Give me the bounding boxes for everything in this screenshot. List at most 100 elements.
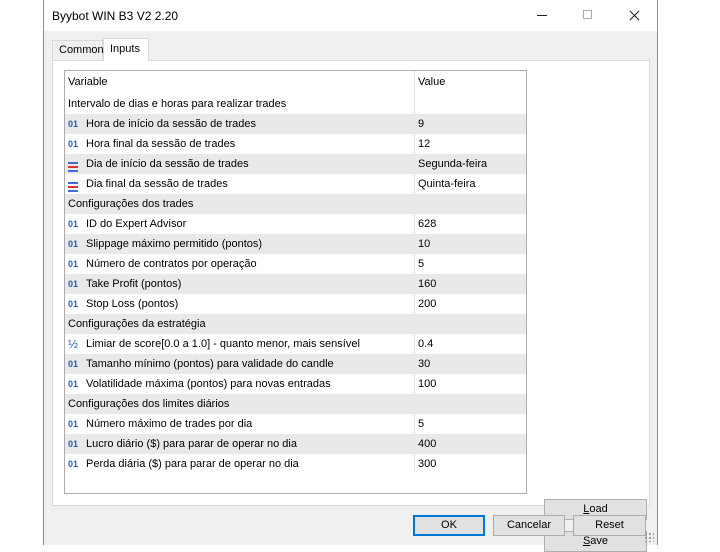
ok-button[interactable]: OK <box>413 515 485 536</box>
variable-label: Volatilidade máxima (pontos) para novas … <box>86 378 331 390</box>
group-row[interactable]: Configurações dos limites diários <box>65 394 526 414</box>
inputs-panel: Variable Value Intervalo de dias e horas… <box>52 60 650 552</box>
value-cell[interactable]: 0.4 <box>418 334 523 354</box>
variable-label: ID do Expert Advisor <box>86 218 187 230</box>
table-row[interactable]: 01 Take Profit (pontos) 160 <box>65 274 526 294</box>
variable-cell: 01 Tamanho mínimo (pontos) para validade … <box>68 354 413 374</box>
variable-label: Lucro diário ($) para parar de operar no… <box>86 438 297 450</box>
tab-inputs[interactable]: Inputs <box>103 38 149 61</box>
int-icon: 01 <box>68 419 79 429</box>
inputs-table: Variable Value Intervalo de dias e horas… <box>64 70 527 494</box>
variable-cell: 01 Número máximo de trades por dia <box>68 414 413 434</box>
resize-grip[interactable] <box>644 532 654 542</box>
table-row[interactable]: 01 Stop Loss (pontos) 200 <box>65 294 526 314</box>
value-cell[interactable]: 628 <box>418 214 523 234</box>
group-row[interactable]: Configurações da estratégia <box>65 314 526 334</box>
variable-cell: 01 Volatilidade máxima (pontos) para nova… <box>68 374 413 394</box>
variable-cell: Configurações dos trades <box>68 194 413 214</box>
value-cell[interactable]: 300 <box>418 454 523 474</box>
table-row[interactable]: 01 Perda diária ($) para parar de operar … <box>65 454 526 474</box>
column-header-value[interactable]: Value <box>418 71 523 91</box>
int-icon: 01 <box>68 359 79 369</box>
value-cell[interactable]: 200 <box>418 294 523 314</box>
value-cell[interactable]: 400 <box>418 434 523 454</box>
variable-cell: 01 Slippage máximo permitido (pontos) <box>68 234 413 254</box>
variable-label: Configurações dos trades <box>68 198 194 210</box>
int-icon: 01 <box>68 219 79 229</box>
enum-icon <box>68 154 82 174</box>
variable-cell: 01 Take Profit (pontos) <box>68 274 413 294</box>
table-row[interactable]: 01 Lucro diário ($) para parar de operar … <box>65 434 526 454</box>
group-row[interactable]: Intervalo de dias e horas para realizar … <box>65 94 526 114</box>
table-row[interactable]: 01 Slippage máximo permitido (pontos) 10 <box>65 234 526 254</box>
table-header: Variable Value <box>65 71 526 94</box>
int-icon: 01 <box>68 459 79 469</box>
variable-cell: 01 Número de contratos por operação <box>68 254 413 274</box>
table-row[interactable]: 01 Tamanho mínimo (pontos) para validade … <box>65 354 526 374</box>
table-row[interactable]: Dia de início da sessão de trades Segunda… <box>65 154 526 174</box>
close-button[interactable] <box>611 0 657 31</box>
value-cell[interactable]: 10 <box>418 234 523 254</box>
int-icon: 01 <box>68 379 79 389</box>
value-cell[interactable]: 12 <box>418 134 523 154</box>
table-row[interactable]: 01 Número de contratos por operação 5 <box>65 254 526 274</box>
value-cell <box>418 194 523 214</box>
variable-label: Take Profit (pontos) <box>86 278 182 290</box>
value-cell[interactable]: 30 <box>418 354 523 374</box>
table-row[interactable]: 01 Hora de início da sessão de trades 9 <box>65 114 526 134</box>
group-row[interactable]: Configurações dos trades <box>65 194 526 214</box>
window-title: Byybot WIN B3 V2 2.20 <box>52 9 179 23</box>
table-row[interactable]: Dia final da sessão de trades Quinta-feir… <box>65 174 526 194</box>
variable-cell: 01 ID do Expert Advisor <box>68 214 413 234</box>
variable-cell: 01 Perda diária ($) para parar de operar … <box>68 454 413 474</box>
variable-cell: Configurações dos limites diários <box>68 394 413 414</box>
variable-label: Perda diária ($) para parar de operar no… <box>86 458 299 470</box>
int-icon: 01 <box>68 119 79 129</box>
variable-cell: Dia final da sessão de trades <box>68 174 413 194</box>
value-cell <box>418 314 523 334</box>
enum-icon <box>68 174 82 194</box>
table-row[interactable]: 01 Volatilidade máxima (pontos) para nova… <box>65 374 526 394</box>
column-header-variable[interactable]: Variable <box>68 71 413 91</box>
variable-cell: Intervalo de dias e horas para realizar … <box>68 94 413 114</box>
table-row[interactable]: 01 ID do Expert Advisor 628 <box>65 214 526 234</box>
minimize-button[interactable] <box>519 0 565 31</box>
variable-label: Hora final da sessão de trades <box>86 138 236 150</box>
int-icon: 01 <box>68 259 79 269</box>
value-cell[interactable]: Segunda-feira <box>418 154 523 174</box>
variable-label: Intervalo de dias e horas para realizar … <box>68 98 287 110</box>
int-icon: 01 <box>68 299 79 309</box>
tab-common[interactable]: Common <box>52 40 104 59</box>
reset-button[interactable]: Reset <box>573 515 646 536</box>
table-row[interactable]: 01 Hora final da sessão de trades 12 <box>65 134 526 154</box>
value-cell[interactable]: Quinta-feira <box>418 174 523 194</box>
table-row[interactable]: ½ Limiar de score[0.0 a 1.0] - quanto men… <box>65 334 526 354</box>
int-icon: 01 <box>68 279 79 289</box>
variable-label: Dia de início da sessão de trades <box>86 158 249 170</box>
cancel-button[interactable]: Cancelar <box>493 515 565 536</box>
variable-label: Dia final da sessão de trades <box>86 178 228 190</box>
title-bar: Byybot WIN B3 V2 2.20 <box>44 0 657 31</box>
value-cell[interactable]: 5 <box>418 414 523 434</box>
variable-cell: Dia de início da sessão de trades <box>68 154 413 174</box>
value-cell <box>418 94 523 114</box>
int-icon: 01 <box>68 139 79 149</box>
value-cell[interactable]: 100 <box>418 374 523 394</box>
variable-label: Limiar de score[0.0 a 1.0] - quanto meno… <box>86 338 360 350</box>
variable-label: Número máximo de trades por dia <box>86 418 253 430</box>
dialog-window: Byybot WIN B3 V2 2.20 Common Inputs Vari… <box>43 0 658 552</box>
variable-label: Tamanho mínimo (pontos) para validade do… <box>86 358 334 370</box>
value-cell[interactable]: 5 <box>418 254 523 274</box>
value-cell[interactable]: 160 <box>418 274 523 294</box>
variable-label: Slippage máximo permitido (pontos) <box>86 238 263 250</box>
variable-cell: ½ Limiar de score[0.0 a 1.0] - quanto men… <box>68 334 413 354</box>
variable-cell: 01 Hora final da sessão de trades <box>68 134 413 154</box>
variable-cell: Configurações da estratégia <box>68 314 413 334</box>
value-cell[interactable]: 9 <box>418 114 523 134</box>
variable-cell: 01 Hora de início da sessão de trades <box>68 114 413 134</box>
variable-label: Configurações da estratégia <box>68 318 206 330</box>
double-icon: ½ <box>68 337 79 351</box>
variable-cell: 01 Lucro diário ($) para parar de operar … <box>68 434 413 454</box>
variable-label: Número de contratos por operação <box>86 258 257 270</box>
table-row[interactable]: 01 Número máximo de trades por dia 5 <box>65 414 526 434</box>
